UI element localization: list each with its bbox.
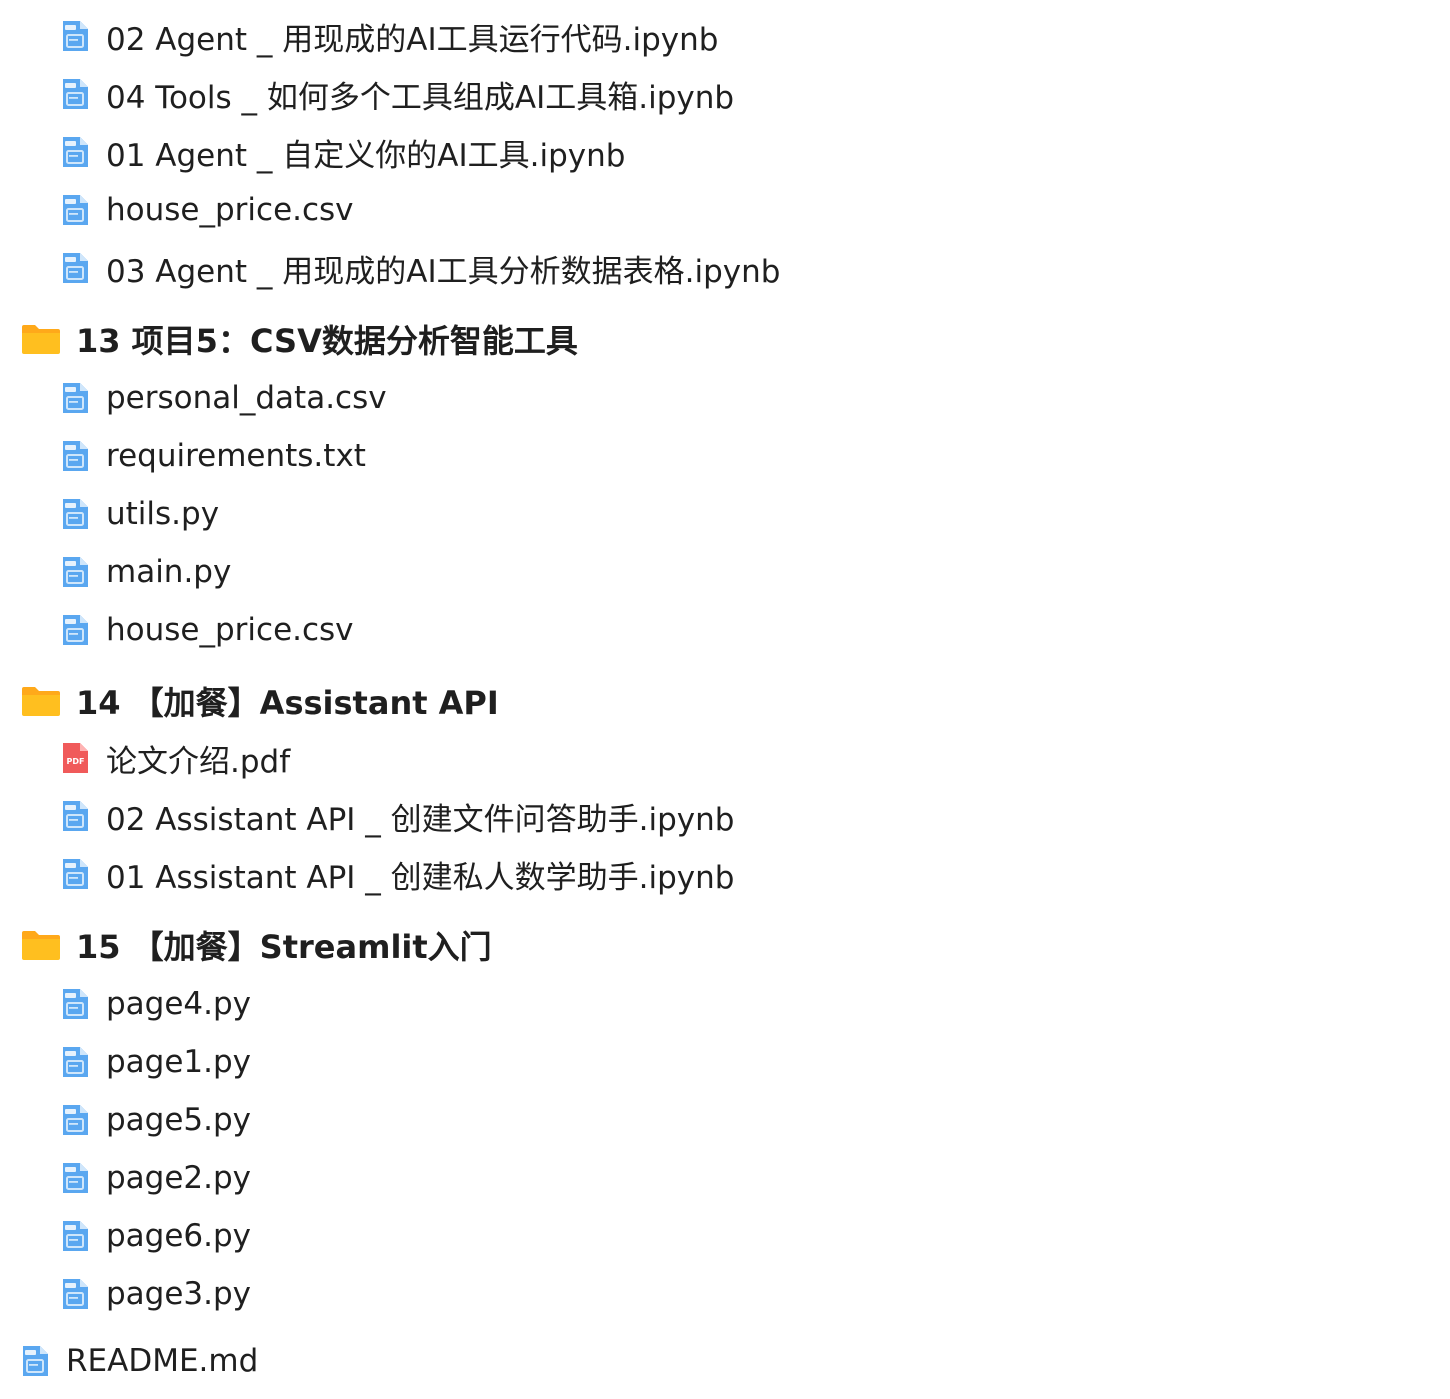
file-icon [60,1104,90,1136]
file-icon [60,194,90,226]
file-name: page4.py [106,986,252,1022]
file-icon [60,1220,90,1252]
tree-file-row[interactable]: 01 Agent _ 自定义你的AI工具.ipynb [60,123,625,181]
file-icon [60,20,90,52]
file-name: 论文介绍.pdf [106,743,291,780]
file-name: 02 Assistant API _ 创建文件问答助手.ipynb [106,801,735,838]
file-name: page1.py [106,1044,252,1080]
tree-file-row[interactable]: main.py [60,543,231,601]
tree-file-row[interactable]: 03 Agent _ 用现成的AI工具分析数据表格.ipynb [60,239,780,297]
file-icon [60,498,90,530]
file-tree: 02 Agent _ 用现成的AI工具运行代码.ipynb 04 Tools _… [0,0,1450,1399]
file-name: house_price.csv [106,612,354,648]
file-icon [60,556,90,588]
file-icon [60,1046,90,1078]
file-name: page6.py [106,1218,252,1254]
file-icon [60,800,90,832]
file-name: personal_data.csv [106,380,387,416]
file-icon [60,440,90,472]
tree-file-row[interactable]: utils.py [60,485,219,543]
file-name: page5.py [106,1102,252,1138]
tree-file-row[interactable]: page5.py [60,1091,251,1149]
file-name: 01 Assistant API _ 创建私人数学助手.ipynb [106,859,735,896]
folder-icon [20,928,62,962]
file-name: requirements.txt [106,438,366,474]
file-name: house_price.csv [106,192,354,228]
file-icon [60,252,90,284]
file-icon [60,1278,90,1310]
file-icon [60,614,90,646]
tree-file-row[interactable]: requirements.txt [60,427,366,485]
tree-file-row[interactable]: 04 Tools _ 如何多个工具组成AI工具箱.ipynb [60,65,734,123]
tree-file-row[interactable]: page6.py [60,1207,251,1265]
folder-icon [20,684,62,718]
tree-file-row[interactable]: page4.py [60,975,251,1033]
file-icon [60,382,90,414]
folder-name: 14 【加餐】Assistant API [76,684,499,722]
file-icon [60,78,90,110]
svg-text:PDF: PDF [67,757,85,766]
file-name: 04 Tools _ 如何多个工具组成AI工具箱.ipynb [106,79,735,116]
folder-name: 15 【加餐】Streamlit入门 [76,928,492,966]
file-name: main.py [106,554,232,590]
file-name: 03 Agent _ 用现成的AI工具分析数据表格.ipynb [106,253,781,290]
tree-file-row[interactable]: page1.py [60,1033,251,1091]
tree-file-row[interactable]: 01 Assistant API _ 创建私人数学助手.ipynb [60,845,734,903]
file-icon [60,988,90,1020]
tree-file-row[interactable]: page3.py [60,1265,251,1323]
tree-file-row[interactable]: README.md [20,1332,258,1390]
folder-icon [20,322,62,356]
tree-folder-row[interactable]: 14 【加餐】Assistant API [20,672,499,730]
file-icon [60,858,90,890]
tree-file-row[interactable]: PDF 论文介绍.pdf [60,729,290,787]
tree-file-row[interactable]: house_price.csv [60,181,354,239]
tree-folder-row[interactable]: 15 【加餐】Streamlit入门 [20,916,492,974]
tree-file-row[interactable]: 02 Assistant API _ 创建文件问答助手.ipynb [60,787,734,845]
tree-file-row[interactable]: page2.py [60,1149,251,1207]
folder-name: 13 项目5：CSV数据分析智能工具 [76,322,578,360]
file-name: 02 Agent _ 用现成的AI工具运行代码.ipynb [106,21,719,58]
file-name: README.md [66,1343,259,1379]
tree-file-row[interactable]: house_price.csv [60,601,354,659]
pdf-icon: PDF [60,742,90,774]
tree-file-row[interactable]: 02 Agent _ 用现成的AI工具运行代码.ipynb [60,7,718,65]
tree-folder-row[interactable]: 13 项目5：CSV数据分析智能工具 [20,310,578,368]
file-name: page2.py [106,1160,252,1196]
tree-file-row[interactable]: personal_data.csv [60,369,387,427]
file-name: 01 Agent _ 自定义你的AI工具.ipynb [106,137,626,174]
file-name: utils.py [106,496,220,532]
file-name: page3.py [106,1276,252,1312]
file-icon [60,1162,90,1194]
file-icon [60,136,90,168]
file-icon [20,1345,50,1377]
